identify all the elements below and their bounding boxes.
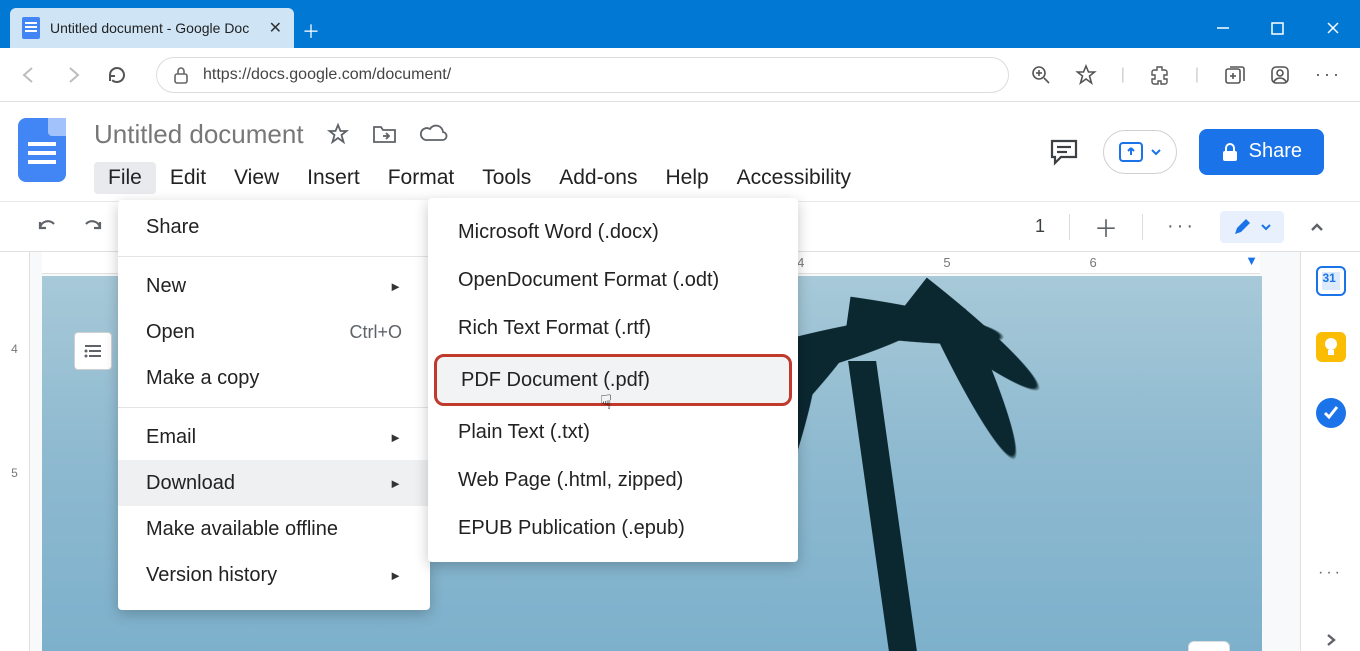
window-maximize-button[interactable] bbox=[1250, 8, 1305, 48]
menu-format[interactable]: Format bbox=[374, 162, 469, 194]
present-button[interactable] bbox=[1103, 130, 1177, 174]
docs-header: Untitled document File Edit View Insert … bbox=[0, 102, 1360, 202]
ruler-mark: 6 bbox=[1089, 255, 1096, 270]
tab-title: Untitled document - Google Doc bbox=[50, 20, 259, 36]
menu-edit[interactable]: Edit bbox=[156, 162, 220, 194]
editing-mode-button[interactable] bbox=[1220, 211, 1284, 243]
chevron-down-icon bbox=[1150, 146, 1162, 158]
docs-logo[interactable] bbox=[18, 118, 66, 182]
download-submenu: Microsoft Word (.docx) OpenDocument Form… bbox=[428, 198, 798, 562]
browser-address-bar: https://docs.google.com/document/ | | ··… bbox=[0, 48, 1360, 102]
ruler-mark: 4 bbox=[11, 342, 18, 356]
pencil-icon bbox=[1232, 217, 1252, 237]
lock-icon bbox=[173, 66, 189, 84]
url-input[interactable]: https://docs.google.com/document/ bbox=[156, 57, 1009, 93]
cloud-status-icon[interactable] bbox=[420, 124, 448, 144]
file-menu-make-copy[interactable]: Make a copy bbox=[118, 355, 430, 401]
side-panel: 31 ··· bbox=[1300, 252, 1360, 651]
comments-button[interactable] bbox=[1047, 135, 1081, 169]
window-close-button[interactable] bbox=[1305, 8, 1360, 48]
tab-count: 1 bbox=[1035, 216, 1045, 237]
docs-favicon bbox=[22, 17, 40, 39]
menu-bar: File Edit View Insert Format Tools Add-o… bbox=[94, 158, 1047, 198]
file-menu-new[interactable]: New► bbox=[118, 263, 430, 309]
keep-addon-icon[interactable] bbox=[1316, 332, 1346, 362]
file-menu-share[interactable]: Share bbox=[118, 204, 430, 250]
download-odt[interactable]: OpenDocument Format (.odt) bbox=[428, 256, 798, 304]
undo-button[interactable] bbox=[34, 216, 58, 238]
explore-button[interactable] bbox=[1188, 641, 1230, 651]
file-menu-dropdown: Share New► OpenCtrl+O Make a copy Email►… bbox=[118, 200, 430, 610]
file-menu-offline[interactable]: Make available offline bbox=[118, 506, 430, 552]
menu-tools[interactable]: Tools bbox=[468, 162, 545, 194]
tasks-addon-icon[interactable] bbox=[1316, 398, 1346, 428]
file-menu-email[interactable]: Email► bbox=[118, 414, 430, 460]
profile-icon[interactable] bbox=[1269, 64, 1291, 86]
add-tab-button[interactable]: ＋ bbox=[1094, 209, 1118, 244]
share-label: Share bbox=[1249, 140, 1302, 163]
nav-refresh-button[interactable] bbox=[106, 64, 128, 86]
calendar-addon-icon[interactable]: 31 bbox=[1316, 266, 1346, 296]
menu-view[interactable]: View bbox=[220, 162, 293, 194]
download-html[interactable]: Web Page (.html, zipped) bbox=[428, 456, 798, 504]
new-tab-button[interactable]: ＋ bbox=[294, 14, 328, 48]
download-docx[interactable]: Microsoft Word (.docx) bbox=[428, 208, 798, 256]
zoom-icon[interactable] bbox=[1031, 65, 1051, 85]
browser-tab[interactable]: Untitled document - Google Doc ✕ bbox=[10, 8, 294, 48]
file-menu-version-history[interactable]: Version history► bbox=[118, 552, 430, 598]
ruler-mark: 5 bbox=[943, 255, 950, 270]
nav-forward-button[interactable] bbox=[62, 64, 84, 86]
redo-button[interactable] bbox=[82, 216, 106, 238]
star-icon[interactable] bbox=[326, 122, 350, 146]
right-indent-marker[interactable]: ▼ bbox=[1245, 253, 1258, 268]
favorites-icon[interactable] bbox=[1075, 64, 1097, 86]
download-epub[interactable]: EPUB Publication (.epub) bbox=[428, 504, 798, 552]
file-menu-download[interactable]: Download► bbox=[118, 460, 430, 506]
collapse-toolbar-button[interactable] bbox=[1308, 218, 1326, 236]
menu-dots-icon[interactable]: ··· bbox=[1315, 64, 1342, 85]
menu-insert[interactable]: Insert bbox=[293, 162, 374, 194]
side-panel-collapse[interactable] bbox=[1323, 632, 1339, 648]
nav-back-button[interactable] bbox=[18, 64, 40, 86]
side-panel-more[interactable]: ··· bbox=[1318, 564, 1343, 582]
doc-title[interactable]: Untitled document bbox=[94, 119, 304, 150]
download-rtf[interactable]: Rich Text Format (.rtf) bbox=[428, 304, 798, 352]
ruler-mark: 4 bbox=[797, 255, 804, 270]
collections-icon[interactable] bbox=[1223, 64, 1245, 86]
browser-titlebar: Untitled document - Google Doc ✕ ＋ bbox=[0, 0, 1360, 48]
window-minimize-button[interactable] bbox=[1195, 8, 1250, 48]
url-text: https://docs.google.com/document/ bbox=[203, 66, 451, 84]
menu-accessibility[interactable]: Accessibility bbox=[723, 162, 865, 194]
extensions-icon[interactable] bbox=[1149, 64, 1171, 86]
share-button[interactable]: Share bbox=[1199, 129, 1324, 175]
move-folder-icon[interactable] bbox=[372, 123, 398, 145]
present-icon bbox=[1118, 141, 1144, 163]
more-toolbar-icon[interactable]: ··· bbox=[1167, 215, 1196, 238]
close-tab-icon[interactable]: ✕ bbox=[269, 18, 282, 38]
vertical-ruler: 4 5 bbox=[0, 252, 30, 651]
download-pdf[interactable]: PDF Document (.pdf) bbox=[434, 354, 792, 406]
ruler-mark: 5 bbox=[11, 466, 18, 480]
menu-help[interactable]: Help bbox=[651, 162, 722, 194]
lock-icon bbox=[1221, 142, 1239, 162]
chevron-down-icon bbox=[1260, 221, 1272, 233]
menu-file[interactable]: File bbox=[94, 162, 156, 194]
document-outline-toggle[interactable] bbox=[74, 332, 112, 370]
menu-addons[interactable]: Add-ons bbox=[545, 162, 651, 194]
file-menu-open[interactable]: OpenCtrl+O bbox=[118, 309, 430, 355]
download-txt[interactable]: Plain Text (.txt) bbox=[428, 408, 798, 456]
